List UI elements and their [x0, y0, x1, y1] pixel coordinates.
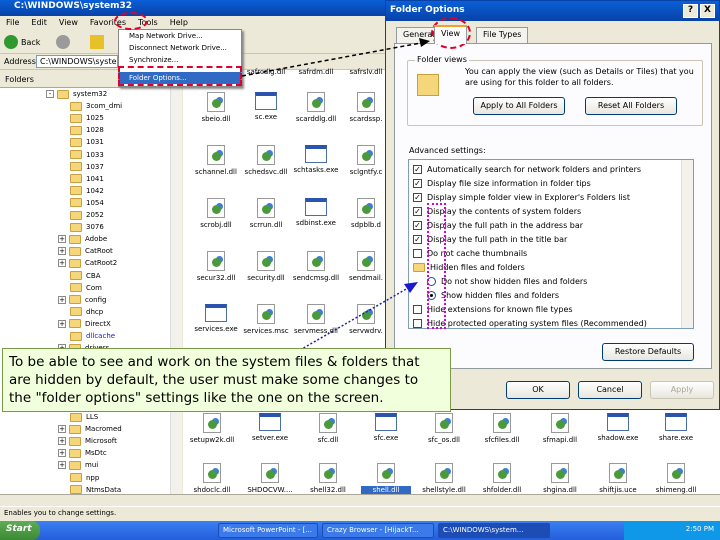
arrow-line-1 [241, 41, 427, 77]
arrow-line-2 [299, 287, 409, 351]
task-explorer[interactable]: C:\WINDOWS\system... [438, 523, 550, 538]
system-tray: 2:50 PM [624, 521, 720, 540]
taskbar: Start Microsoft PowerPoint - [... Crazy … [0, 521, 720, 540]
arrow-head-1 [419, 38, 430, 47]
task-powerpoint[interactable]: Microsoft PowerPoint - [... [218, 523, 318, 538]
tab-view[interactable]: View [434, 25, 467, 44]
clock: 2:50 PM [685, 525, 714, 533]
annotation-callout: To be able to see and work on the system… [2, 348, 451, 412]
annotation-arrows [241, 38, 430, 351]
arrow-head-2 [404, 282, 418, 293]
start-button[interactable]: Start [0, 521, 40, 540]
task-crazy-browser[interactable]: Crazy Browser - [HijackT... [322, 523, 434, 538]
